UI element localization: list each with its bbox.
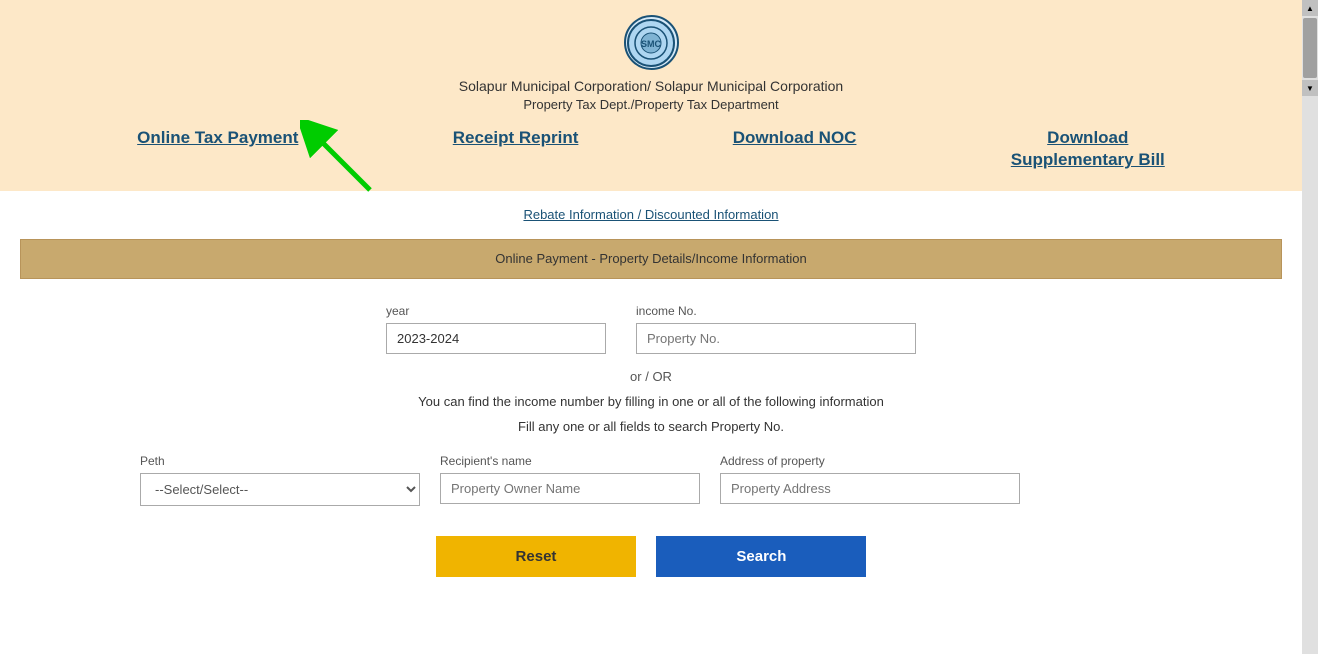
nav-download-supplementary[interactable]: Download Supplementary Bill [1011,127,1165,171]
year-label: year [386,304,606,318]
recipient-label: Recipient's name [440,454,700,468]
nav-receipt-reprint[interactable]: Receipt Reprint [453,127,579,149]
recipient-group: Recipient's name [440,454,700,504]
peth-group: Peth --Select/Select-- [140,454,420,506]
org-logo: SMC [624,15,679,70]
form-content: year income No. or / OR You can find the… [0,284,1302,617]
or-divider: or / OR [40,369,1262,384]
reset-button[interactable]: Reset [436,536,637,577]
recipient-name-input[interactable] [440,473,700,504]
scrollbar-thumb[interactable] [1303,18,1317,78]
button-row: Reset Search [40,526,1262,597]
rebate-link[interactable]: Rebate Information / Discounted Informat… [523,207,778,222]
property-no-input[interactable] [636,323,916,354]
logo-container: SMC [20,15,1282,70]
fill-text: Fill any one or all fields to search Pro… [40,419,1262,434]
form-section-header: Online Payment - Property Details/Income… [20,239,1282,279]
form-header-title: Online Payment - Property Details/Income… [495,251,806,266]
nav-download-noc[interactable]: Download NOC [733,127,857,149]
scrollbar[interactable]: ▲ ▼ [1302,0,1318,654]
info-text: You can find the income number by fillin… [40,394,1262,409]
svg-text:SMC: SMC [641,39,662,49]
income-no-group: income No. [636,304,916,354]
scroll-up-button[interactable]: ▲ [1302,0,1318,16]
logo-inner: SMC [627,19,675,67]
peth-select[interactable]: --Select/Select-- [140,473,420,506]
header-section: SMC Solapur Municipal Corporation/ Solap… [0,0,1302,191]
lower-form: Peth --Select/Select-- Recipient's name … [40,454,1262,506]
year-input[interactable] [386,323,606,354]
address-input[interactable] [720,473,1020,504]
income-label: income No. [636,304,916,318]
year-group: year [386,304,606,354]
rebate-section: Rebate Information / Discounted Informat… [0,191,1302,234]
nav-links: Online Tax Payment Receipt Reprint Downl… [20,127,1282,171]
address-label: Address of property [720,454,1020,468]
address-group: Address of property [720,454,1020,504]
dept-name: Property Tax Dept./Property Tax Departme… [20,97,1282,112]
year-income-row: year income No. [40,304,1262,354]
peth-label: Peth [140,454,420,468]
scroll-down-button[interactable]: ▼ [1302,80,1318,96]
org-name: Solapur Municipal Corporation/ Solapur M… [20,78,1282,94]
nav-online-tax-payment[interactable]: Online Tax Payment [137,127,298,149]
search-button[interactable]: Search [656,536,866,577]
